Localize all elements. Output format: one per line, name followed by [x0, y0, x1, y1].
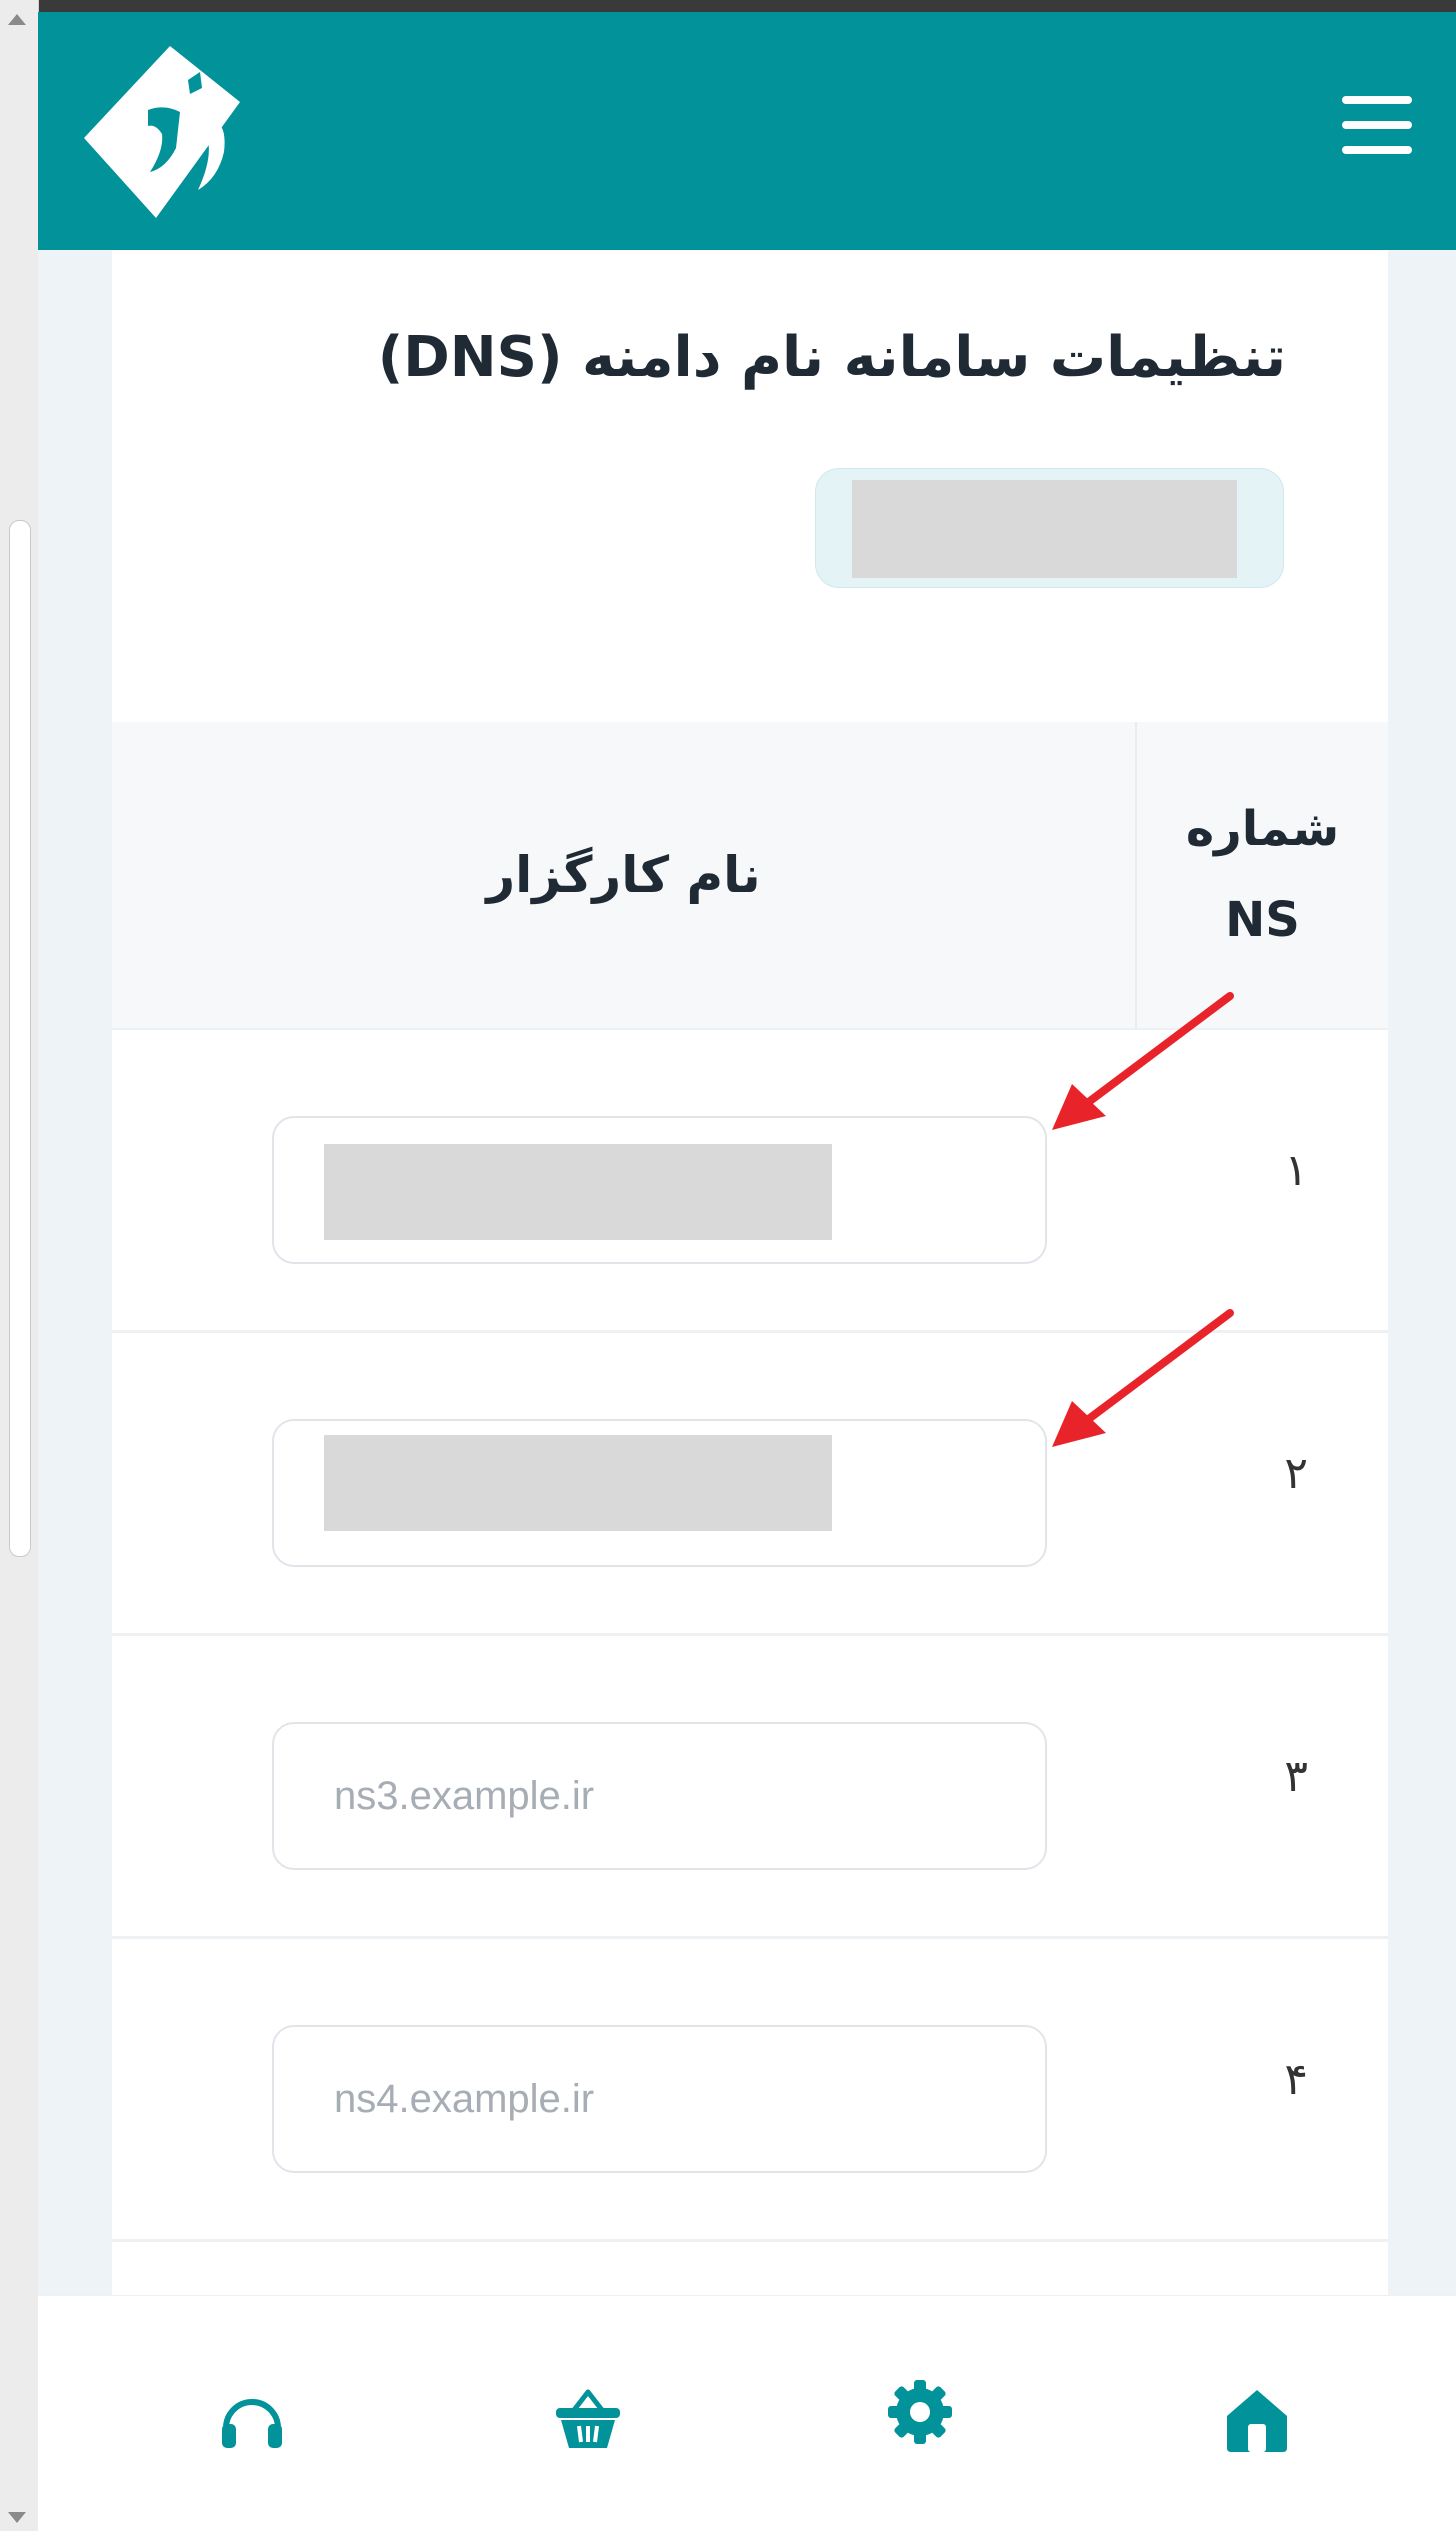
- domain-name-badge: [815, 468, 1284, 588]
- home-icon[interactable]: [1221, 2384, 1293, 2456]
- page-title: تنظیمات سامانه نام دامنه (DNS): [377, 325, 1286, 390]
- app-header: [38, 12, 1456, 250]
- column-header-ns-number: شماره NS: [1137, 722, 1388, 1028]
- window-top-bar: [0, 0, 1456, 12]
- nameserver-input-4[interactable]: ns4.example.ir: [272, 2025, 1047, 2173]
- row-number: ۱: [1284, 1145, 1308, 1196]
- nameserver-input-1[interactable]: [272, 1116, 1047, 1264]
- gear-icon[interactable]: [884, 2376, 956, 2448]
- basket-icon[interactable]: [552, 2384, 624, 2456]
- redacted-nameserver: [324, 1144, 832, 1240]
- nameserver-input-2[interactable]: [272, 1419, 1047, 1567]
- column-header-ns-number-line1: شماره: [1185, 800, 1340, 857]
- red-arrow-icon: [1052, 992, 1234, 1130]
- column-header-ns-number-line2: NS: [1225, 892, 1300, 948]
- scrollbar-thumb[interactable]: [9, 520, 31, 1557]
- red-arrow-icon: [1052, 1309, 1234, 1447]
- headphones-icon[interactable]: [216, 2384, 288, 2456]
- row-number: ۴: [1284, 2054, 1308, 2105]
- logo-icon[interactable]: [78, 40, 258, 230]
- table-row: ۴ ns4.example.ir: [112, 1939, 1388, 2242]
- redacted-domain: [852, 480, 1237, 578]
- nameserver-input-3[interactable]: ns3.example.ir: [272, 1722, 1047, 1870]
- vertical-scrollbar[interactable]: [0, 0, 39, 2531]
- scroll-up-arrow-icon[interactable]: [8, 14, 26, 25]
- scroll-down-arrow-icon[interactable]: [8, 2512, 26, 2523]
- table-row: ۳ ns3.example.ir: [112, 1636, 1388, 1939]
- redacted-nameserver: [324, 1435, 832, 1531]
- input-placeholder: ns4.example.ir: [334, 2076, 595, 2121]
- row-number: ۳: [1284, 1751, 1308, 1802]
- input-placeholder: ns3.example.ir: [334, 1773, 595, 1818]
- bottom-navigation-bar: [38, 2295, 1456, 2532]
- hamburger-menu-icon[interactable]: [1342, 96, 1412, 156]
- row-number: ۲: [1284, 1448, 1308, 1499]
- column-header-server-name: نام کارگزار: [486, 846, 761, 904]
